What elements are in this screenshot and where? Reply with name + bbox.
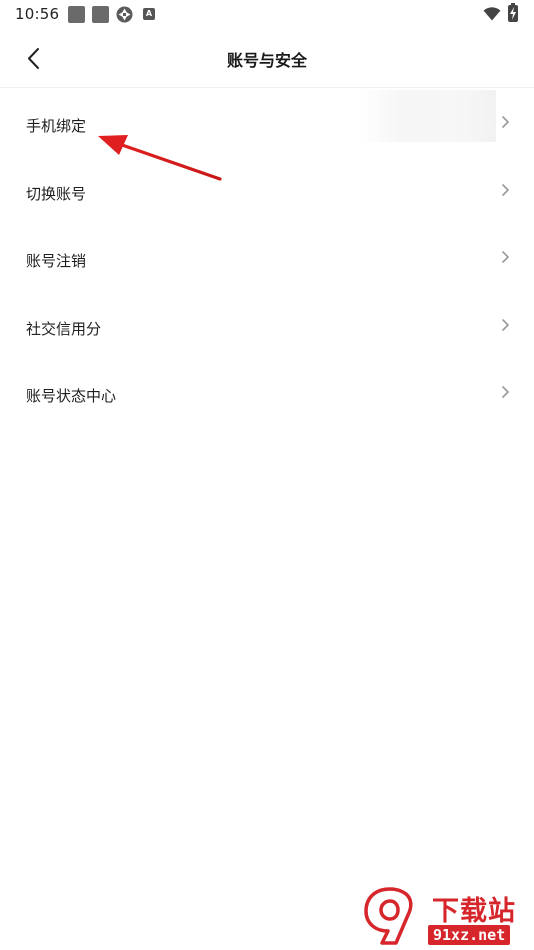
status-time: 10:56 <box>15 5 60 23</box>
notification-square-icon <box>92 6 109 23</box>
watermark-title: 下载站 <box>432 896 516 927</box>
notification-square-icon <box>68 6 85 23</box>
wifi-icon <box>483 7 501 21</box>
watermark: 下载站 91xz.net <box>360 885 530 947</box>
menu-item-label: 账号注销 <box>26 252 87 270</box>
menu-item-label: 账号状态中心 <box>26 387 117 405</box>
chevron-right-icon <box>502 116 509 128</box>
menu-item-account-status-center[interactable]: 账号状态中心 <box>0 359 534 427</box>
battery-charging-icon <box>508 3 518 22</box>
a-badge-icon: A <box>143 8 155 20</box>
chevron-right-icon <box>502 251 509 263</box>
site-logo-icon <box>364 887 413 945</box>
status-bar: 10:56 A <box>0 0 534 28</box>
menu-item-label: 手机绑定 <box>26 117 87 135</box>
page-title: 账号与安全 <box>226 51 307 70</box>
annotation-arrow-icon <box>98 135 222 181</box>
watermark-domain: 91xz.net <box>428 925 511 945</box>
navigation-header: 账号与安全 <box>0 28 534 88</box>
menu-item-label: 切换账号 <box>26 184 87 203</box>
menu-item-account-deletion[interactable]: 账号注销 <box>0 224 534 292</box>
blurred-region <box>360 90 496 142</box>
menu-item-switch-account[interactable]: 切换账号 <box>0 157 534 225</box>
chevron-right-icon <box>502 318 509 331</box>
chevron-right-icon <box>502 183 509 196</box>
aperture-icon <box>116 6 133 23</box>
account-security-screen: 10:56 A 账号与安全 手机绑定 切换账号 账号注销 社交信用分 账号状态中… <box>0 0 534 950</box>
menu-item-label: 社交信用分 <box>26 319 102 338</box>
chevron-right-icon <box>502 386 509 398</box>
menu-item-social-credit[interactable]: 社交信用分 <box>0 292 534 360</box>
